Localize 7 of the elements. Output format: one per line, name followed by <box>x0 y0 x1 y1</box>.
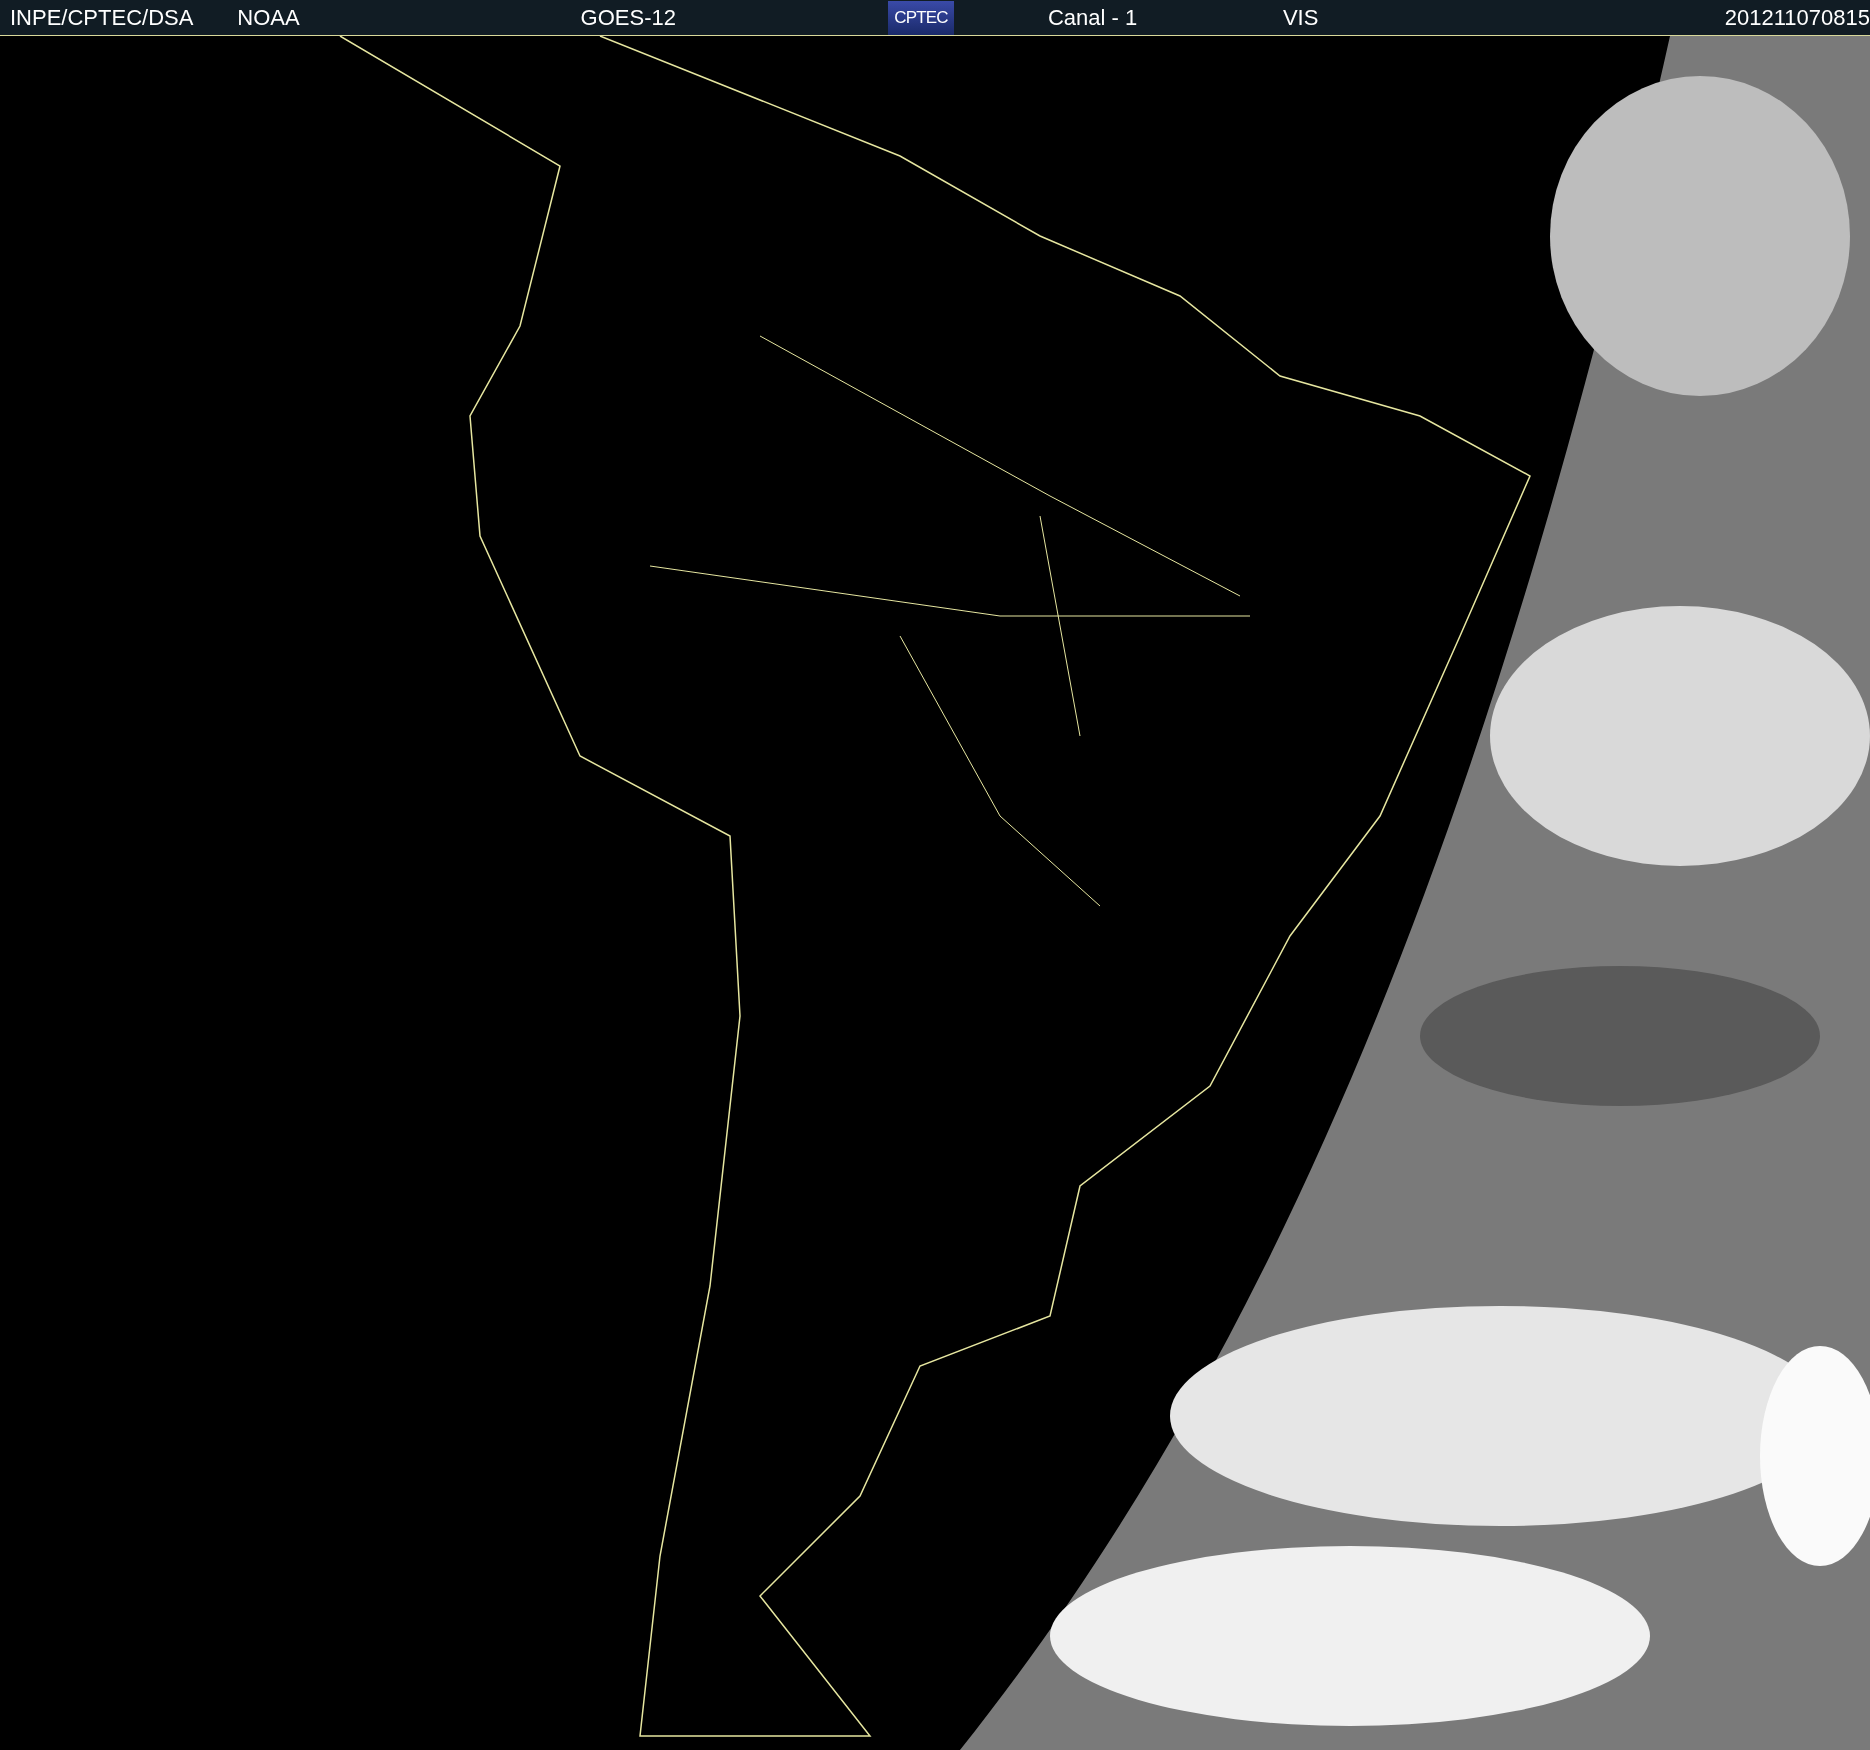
header-label: VIS <box>1282 4 1319 30</box>
logo: CPTEC <box>888 0 954 35</box>
header-label: INPE/CPTEC/DSA <box>10 4 194 30</box>
header-label: 201211070815 <box>1724 6 1870 29</box>
header-label: Canal - 1 <box>1047 4 1138 30</box>
header-label: GOES-12 <box>580 4 676 30</box>
header-label: NOAA <box>237 4 300 30</box>
